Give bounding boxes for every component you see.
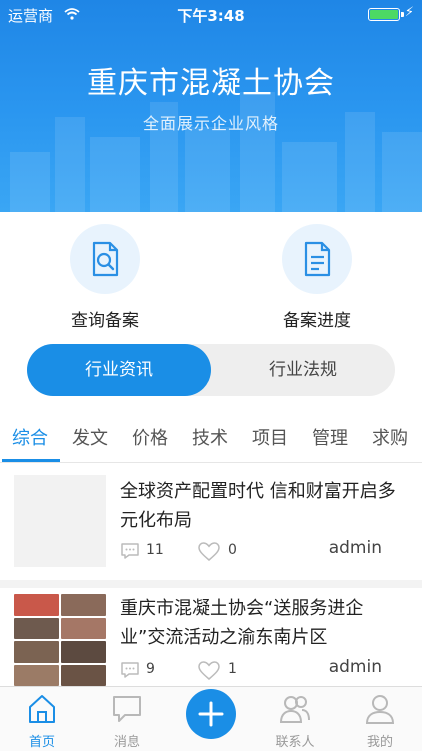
news-item[interactable]: 全球资产配置时代 信和财富开启多元化布局 11 0 admin [0, 463, 422, 580]
tab-mine-label: 我的 [366, 735, 393, 750]
like-icon[interactable] [198, 661, 220, 685]
news-author: admin [328, 657, 382, 677]
tab-projects[interactable]: 项目 [252, 424, 288, 450]
status-time: 下午3:48 [177, 7, 245, 25]
query-filing-label: 查询备案 [71, 311, 139, 331]
news-meta: 9 1 admin [120, 657, 382, 683]
battery-icon [368, 8, 404, 21]
tab-technology[interactable]: 技术 [192, 424, 228, 450]
hero-title: 重庆市混凝土协会 [87, 66, 335, 101]
news-thumbnail [14, 475, 106, 567]
filing-progress-label: 备案进度 [283, 311, 351, 331]
segment-industry-regulations[interactable]: 行业法规 [211, 344, 395, 396]
like-count: 1 [228, 661, 237, 677]
filing-progress-button[interactable]: 备案进度 [247, 224, 387, 331]
plus-icon [198, 701, 224, 727]
tab-contacts[interactable]: 联系人 [260, 687, 330, 751]
message-icon [113, 696, 141, 722]
tab-purchase[interactable]: 求购 [372, 424, 408, 450]
tab-mine[interactable]: 我的 [345, 687, 415, 751]
add-button[interactable] [186, 689, 236, 739]
like-icon[interactable] [198, 542, 220, 566]
tab-home-label: 首页 [28, 735, 55, 750]
category-tabs: 综合 发文 价格 技术 项目 管理 求购 [0, 414, 422, 463]
home-icon [29, 695, 55, 723]
like-count: 0 [228, 542, 237, 558]
tab-management[interactable]: 管理 [312, 424, 348, 450]
contacts-icon [280, 696, 310, 723]
news-thumbnail [14, 594, 106, 686]
tab-general[interactable]: 综合 [12, 424, 48, 450]
tab-contacts-label: 联系人 [275, 735, 315, 750]
charging-icon: ⚡ [404, 5, 414, 20]
tab-messages-label: 消息 [113, 735, 140, 750]
tab-prices[interactable]: 价格 [132, 424, 168, 450]
comment-icon [120, 542, 140, 564]
tab-messages[interactable]: 消息 [92, 687, 162, 751]
active-tab-indicator [2, 459, 60, 462]
news-author: admin [328, 538, 382, 558]
status-bar: 运营商 下午3:48 ⚡ [0, 0, 422, 28]
comment-count: 11 [146, 542, 164, 558]
comment-icon [120, 661, 140, 683]
search-document-icon [70, 224, 140, 294]
tab-documents[interactable]: 发文 [72, 424, 108, 450]
news-meta: 11 0 admin [120, 538, 382, 564]
news-title: 全球资产配置时代 信和财富开启多元化布局 [120, 481, 396, 531]
news-title: 重庆市混凝土协会“送服务进企业”交流活动之渝东南片区 [120, 598, 364, 648]
hero-banner: 运营商 下午3:48 ⚡ 重庆市混凝土协会 全面展示企业风格 [0, 0, 422, 212]
query-filing-button[interactable]: 查询备案 [35, 224, 175, 331]
document-list-icon [282, 224, 352, 294]
tab-home[interactable]: 首页 [7, 687, 77, 751]
news-item[interactable]: 重庆市混凝土协会“送服务进企业”交流活动之渝东南片区 9 1 admin [0, 584, 422, 686]
hero-subtitle: 全面展示企业风格 [142, 114, 279, 133]
segment-industry-news[interactable]: 行业资讯 [27, 344, 211, 396]
news-segment-control: 行业资讯 行业法规 [27, 344, 395, 396]
user-icon [365, 695, 395, 724]
comment-count: 9 [146, 661, 155, 677]
